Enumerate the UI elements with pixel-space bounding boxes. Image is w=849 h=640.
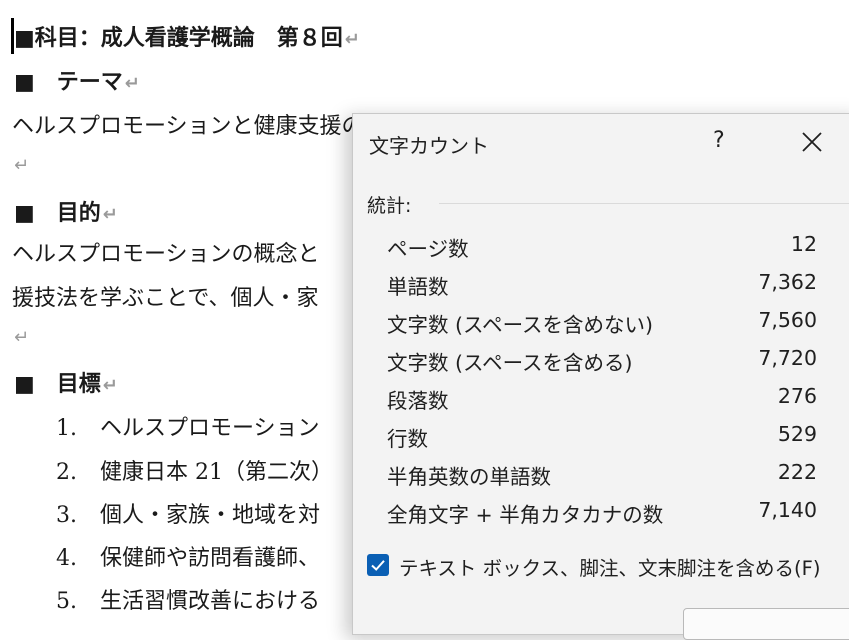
empty-paragraph: ↵ [12,324,29,349]
stat-value: 529 [777,422,817,446]
close-icon [802,132,822,152]
include-textboxes-label[interactable]: テキスト ボックス、脚注、文末脚注を含める(F) [399,552,820,581]
theme-heading: ■ テーマ ↵ [14,69,140,95]
theme-text: ヘルスプロモーションと健康支援の実践 [12,114,408,139]
stat-label: 行数 [387,427,428,451]
word-count-dialog: 文字カウント ? 統計: ページ数 12 単語数 7,362 文字数 (スペース… [352,113,849,640]
goals-heading: ■ 目標 ↵ [14,371,118,397]
stat-label: 全角文字 + 半角カタカナの数 [387,503,664,527]
stat-value: 7,140 [758,498,817,522]
list-item: 5. 生活習慣改善における [56,583,320,615]
list-text: 個人・家族・地域を対 [100,503,321,528]
help-button[interactable]: ? [713,128,725,153]
list-text: ヘルスプロモーション [100,416,320,441]
list-item: 3. 個人・家族・地域を対 [56,497,320,529]
list-text: 健康日本 21（第二次） [100,460,333,485]
list-item: 2. 健康日本 21（第二次） [56,454,333,486]
stat-label: 単語数 [387,275,449,299]
stat-value: 12 [790,232,817,256]
paragraph-mark: ↵ [124,73,140,94]
purpose-text-line-1: ヘルスプロモーションの概念と [12,242,320,267]
empty-paragraph: ↵ [12,152,29,177]
stat-value: 7,362 [758,270,817,294]
stat-row-words: 単語数 7,362 [387,270,817,302]
paragraph-mark: ↵ [344,29,360,50]
stat-value: 276 [777,384,817,408]
section-divider [439,203,849,204]
close-button[interactable] [800,130,826,156]
stat-row-pages: ページ数 12 [387,232,817,264]
stat-row-lines: 行数 529 [387,422,817,454]
stat-value: 7,720 [758,346,817,370]
include-textboxes-checkbox[interactable] [367,554,389,576]
stat-label: 段落数 [387,389,449,413]
purpose-text-line-2: 援技法を学ぶことで、個人・家 [12,286,319,311]
stat-value: 7,560 [758,308,817,332]
statistics-label: 統計: [367,195,412,217]
list-item: 1. ヘルスプロモーション [56,410,320,442]
stat-label: 文字数 (スペースを含めない) [387,313,654,337]
stat-row-fullwidth-chars: 全角文字 + 半角カタカナの数 7,140 [387,498,817,530]
dialog-title: 文字カウント [369,134,489,158]
list-number: 2. [56,460,77,485]
purpose-heading: ■ 目的 ↵ [14,200,118,226]
paragraph-mark: ↵ [102,204,118,225]
stat-row-paragraphs: 段落数 276 [387,384,817,416]
stat-label: 半角英数の単語数 [387,465,551,489]
paragraph-mark: ↵ [14,327,30,348]
list-number: 3. [56,503,77,528]
list-number: 1. [56,416,77,441]
stat-label: ページ数 [387,237,469,261]
paragraph-mark: ↵ [14,155,30,176]
stat-row-chars-no-spaces: 文字数 (スペースを含めない) 7,560 [387,308,817,340]
stat-value: 222 [777,460,817,484]
checkmark-icon [371,560,385,571]
stat-row-halfwidth-words: 半角英数の単語数 222 [387,460,817,492]
list-number: 5. [56,589,77,614]
list-number: 4. [56,546,77,571]
stat-label: 文字数 (スペースを含める) [387,351,633,375]
stat-row-chars-with-spaces: 文字数 (スペースを含める) 7,720 [387,346,817,378]
list-text: 生活習慣改善における [100,589,321,614]
title-line: ■科目：成人看護学概論 第８回 ↵ [14,25,360,51]
list-text: 保健師や訪問看護師、 [100,546,321,571]
paragraph-mark: ↵ [102,375,118,396]
list-item: 4. 保健師や訪問看護師、 [56,540,320,572]
